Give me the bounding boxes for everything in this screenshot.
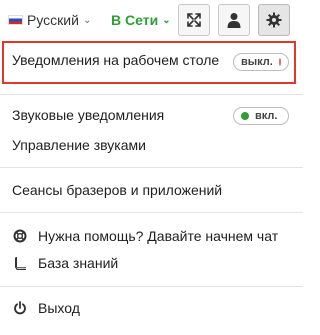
sound-management-label: Управление звуками — [12, 137, 146, 153]
power-icon — [12, 300, 28, 316]
language-label: Русский — [27, 12, 79, 28]
sound-notifications-toggle[interactable]: вкл. — [233, 107, 289, 125]
status-selector[interactable]: В Сети ⌄ — [111, 12, 171, 28]
status-label: В Сети — [111, 12, 159, 28]
help-label: Нужна помощь? Давайте начнем чат — [38, 228, 279, 244]
sound-notifications-label: Звуковые уведомления — [12, 107, 165, 123]
desktop-notifications-item[interactable]: Уведомления на рабочем столе — [12, 52, 219, 68]
help-item[interactable]: Нужна помощь? Давайте начнем чат — [12, 228, 278, 244]
divider — [0, 212, 303, 213]
desktop-notifications-label: Уведомления на рабочем столе — [12, 52, 220, 68]
desktop-notifications-toggle[interactable]: выкл. — [233, 53, 289, 71]
top-bar: Русский ⌄ В Сети ⌄ — [0, 0, 303, 40]
divider — [0, 167, 303, 168]
toggle-on-dot — [241, 112, 249, 120]
user-button[interactable] — [218, 4, 250, 36]
toggle-state-label: выкл. — [241, 56, 273, 68]
sessions-item[interactable]: Сеансы бразеров и приложений — [12, 182, 222, 198]
lifebuoy-icon — [12, 228, 28, 244]
knowledge-base-item[interactable]: База знаний — [12, 255, 118, 271]
toggle-off-dot — [278, 58, 281, 66]
sound-notifications-item[interactable]: Звуковые уведомления — [12, 107, 164, 123]
chevron-down-icon: ⌄ — [162, 14, 171, 26]
expand-icon — [187, 13, 201, 27]
divider — [0, 286, 303, 287]
divider — [0, 94, 303, 95]
language-selector[interactable]: Русский ⌄ — [8, 12, 91, 28]
toggle-state-label: вкл. — [255, 110, 278, 122]
russia-flag-icon — [8, 15, 23, 25]
logout-item[interactable]: Выход — [12, 300, 80, 316]
knowledge-base-label: База знаний — [38, 255, 119, 271]
logout-label: Выход — [38, 300, 80, 316]
expand-button[interactable] — [178, 4, 210, 36]
settings-button[interactable] — [258, 4, 290, 36]
user-icon — [227, 13, 241, 28]
book-icon — [12, 255, 28, 271]
sound-management-item[interactable]: Управление звуками — [12, 137, 146, 153]
sessions-label: Сеансы бразеров и приложений — [12, 182, 223, 198]
chevron-down-icon: ⌄ — [82, 14, 92, 26]
gear-icon — [266, 12, 282, 28]
